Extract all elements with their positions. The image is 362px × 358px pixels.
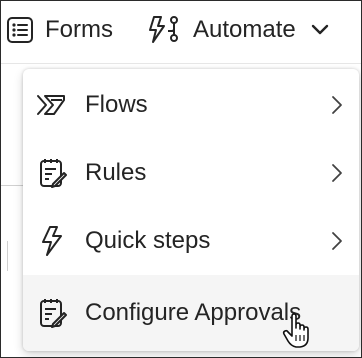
- menu-item-label: Rules: [85, 159, 147, 186]
- background-divider-vertical: [7, 241, 8, 271]
- automate-dropdown-menu: Flows Rules Quick steps Configure Approv…: [23, 69, 359, 351]
- menu-item-flows[interactable]: Flows: [23, 71, 359, 139]
- app-frame: Forms Automate Flows Rules Quick steps C…: [0, 0, 362, 358]
- chevron-right-icon: [332, 164, 342, 182]
- chevron-right-icon: [332, 96, 342, 114]
- automate-label: Automate: [193, 16, 296, 43]
- forms-label: Forms: [45, 16, 113, 43]
- automate-button[interactable]: Automate: [147, 9, 330, 51]
- flows-icon: [35, 88, 69, 122]
- flow-lightning-icon: [147, 14, 181, 46]
- forms-button[interactable]: Forms: [5, 9, 113, 51]
- command-bar: Forms Automate: [1, 1, 361, 64]
- menu-item-label: Flows: [85, 91, 148, 118]
- chevron-down-icon: [310, 16, 330, 44]
- lightning-icon: [35, 224, 69, 258]
- menu-item-label: Configure Approvals: [85, 299, 302, 326]
- background-divider: [1, 185, 23, 186]
- forms-list-icon: [5, 15, 35, 45]
- hand-pointer-cursor-icon: [282, 313, 309, 348]
- menu-item-quick-steps[interactable]: Quick steps: [23, 207, 359, 275]
- approvals-clipboard-icon: [35, 296, 69, 330]
- menu-item-rules[interactable]: Rules: [23, 139, 359, 207]
- menu-item-label: Quick steps: [85, 227, 211, 254]
- rules-clipboard-icon: [35, 156, 69, 190]
- chevron-right-icon: [332, 232, 342, 250]
